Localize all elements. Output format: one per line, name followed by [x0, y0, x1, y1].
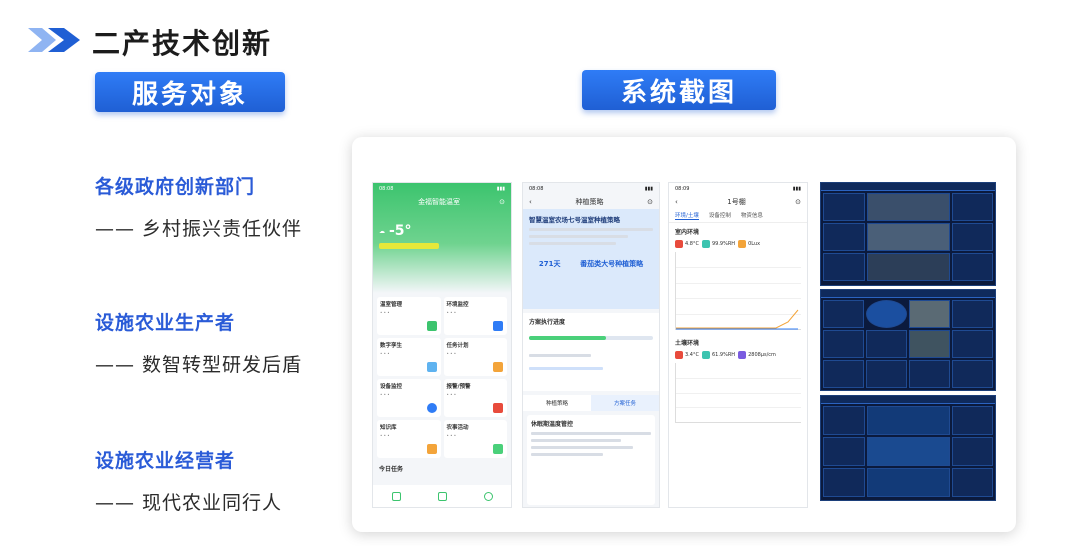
- feature-card[interactable]: 知识库 • • •: [377, 420, 441, 458]
- group-subtitle: —— 乡村振兴责任伙伴: [95, 218, 303, 240]
- feature-card[interactable]: 环境监控 • • •: [443, 297, 507, 335]
- status-bar: 08:08 ▮▮▮: [529, 186, 653, 192]
- nav-bar: ‹ 种植策略 ⊙: [529, 198, 653, 206]
- more-icon[interactable]: ⊙: [795, 198, 801, 206]
- cloud-icon: ☁: [379, 227, 385, 235]
- feature-card[interactable]: 任务计划 • • •: [443, 338, 507, 376]
- feature-card[interactable]: 设备监控 • • •: [377, 379, 441, 417]
- back-icon[interactable]: ‹: [675, 198, 678, 206]
- system-screenshot-label: 系统截图: [582, 70, 776, 110]
- back-icon[interactable]: ‹: [529, 198, 532, 206]
- more-icon[interactable]: ⊙: [499, 198, 505, 206]
- tab-strategy[interactable]: 种植策略: [523, 395, 591, 411]
- feature-card[interactable]: 数字孪生 • • •: [377, 338, 441, 376]
- strategy-tabs: 种植策略 方案任务: [523, 395, 659, 411]
- dashboard-screen: [820, 289, 996, 391]
- nav-bar: 金福智能温室 ⊙: [373, 195, 511, 209]
- status-bar: 08:08 ▮▮▮: [379, 186, 505, 192]
- feature-card[interactable]: 报警/预警 • • •: [443, 379, 507, 417]
- air-trend-chart: [675, 252, 801, 330]
- group-title: 设施农业经营者: [95, 450, 236, 472]
- dashboard-screen: [820, 395, 996, 501]
- group-subtitle: —— 数智转型研发后盾: [95, 354, 303, 376]
- air-environment-block: 室内环境 4.8°C 99.9%RH 0Lux: [669, 223, 807, 334]
- profile-tab-icon[interactable]: [483, 491, 493, 501]
- feature-card[interactable]: 农事活动 • • •: [443, 420, 507, 458]
- phone-screen-strategy: 08:08 ▮▮▮ ‹ 种植策略 ⊙ 智慧温室农场七号温室种植策略 271天 番茄类大…: [522, 182, 660, 508]
- strategy-status: 番茄类大号种植策略: [580, 260, 644, 268]
- scan-tab-icon[interactable]: [437, 491, 447, 501]
- page-title: 二产技术创新: [92, 27, 273, 60]
- group-title: 设施农业生产者: [95, 312, 236, 334]
- task-card[interactable]: 休眠期温度管控: [527, 415, 655, 505]
- tab-devices[interactable]: 设备控制: [709, 211, 731, 220]
- nav-bar: ‹ 1号棚 ⊙: [675, 198, 801, 206]
- soil-environment-block: 土壤环境 3.4°C 61.9%RH 2808μs/cm: [669, 334, 807, 427]
- tab-environment[interactable]: 环境/土壤: [675, 211, 699, 220]
- days-count: 271天: [538, 260, 561, 268]
- strategy-heading: 智慧温室农场七号温室种植策略: [529, 216, 620, 224]
- progress-section: 方案执行进度: [523, 313, 659, 391]
- more-icon[interactable]: ⊙: [647, 198, 653, 206]
- progress-bar: [529, 336, 653, 340]
- tab-supplies[interactable]: 物资信息: [741, 211, 763, 220]
- group-title: 各级政府创新部门: [95, 176, 256, 198]
- feature-card[interactable]: 温室管理 • • •: [377, 297, 441, 335]
- today-tasks-label: 今日任务: [379, 466, 404, 473]
- temperature-readout: ☁ -5°: [379, 223, 412, 239]
- home-tab-icon[interactable]: [391, 491, 401, 501]
- app-title: 金福智能温室: [418, 198, 461, 206]
- dashboard-screen: [820, 182, 996, 286]
- service-target-label: 服务对象: [95, 72, 285, 112]
- status-bar: 08:09 ▮▮▮: [675, 186, 801, 192]
- screenshot-panel: 08:08 ▮▮▮ 金福智能温室 ⊙ ☁ -5° 温室管理 • • • 环境监控 • • …: [352, 137, 1016, 532]
- weather-alert-bar: [379, 243, 439, 249]
- weather-hero: 08:08 ▮▮▮ 金福智能温室 ⊙ ☁ -5°: [373, 183, 511, 293]
- chevron-arrows-icon: [28, 28, 80, 52]
- tab-tasks[interactable]: 方案任务: [591, 395, 659, 411]
- strategy-info-card: 智慧温室农场七号温室种植策略 271天 番茄类大号种植策略: [523, 209, 659, 309]
- bottom-tab-bar: [373, 485, 511, 507]
- phone-screen-greenhouse: 08:09 ▮▮▮ ‹ 1号棚 ⊙ 环境/土壤 设备控制 物资信息 室内环境 4.8°…: [668, 182, 808, 508]
- soil-trend-chart: [675, 363, 801, 423]
- group-subtitle: —— 现代农业同行人: [95, 492, 283, 514]
- phone-screen-home: 08:08 ▮▮▮ 金福智能温室 ⊙ ☁ -5° 温室管理 • • • 环境监控 • • …: [372, 182, 512, 508]
- greenhouse-tabs: 环境/土壤 设备控制 物资信息: [669, 209, 807, 223]
